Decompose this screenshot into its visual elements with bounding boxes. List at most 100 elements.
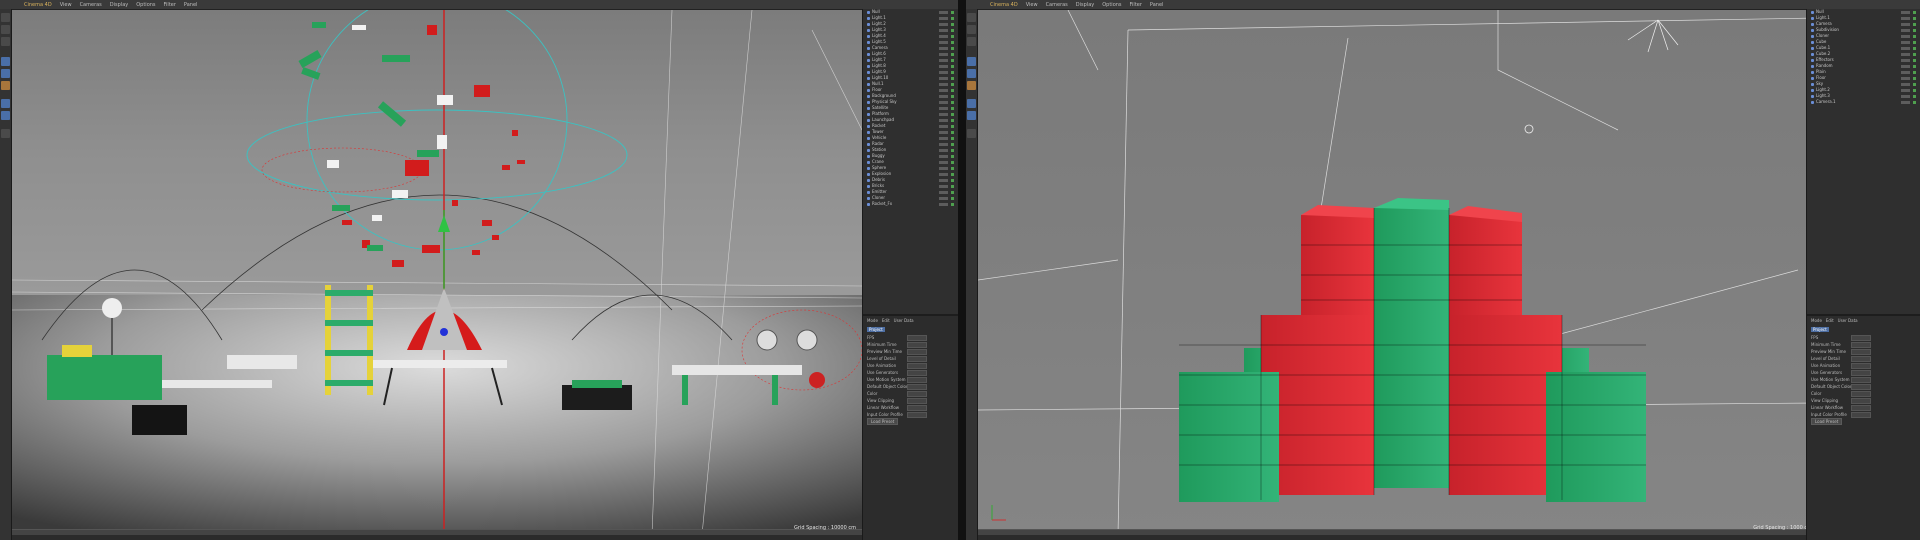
edges-mode-icon[interactable]	[1, 69, 10, 78]
left-menu-item-6[interactable]: Panel	[184, 2, 198, 8]
enable-check-icon[interactable]	[951, 100, 954, 104]
left-menu-item-4[interactable]: Options	[136, 2, 155, 8]
enable-check-icon[interactable]	[951, 88, 954, 92]
visibility-toggle-icon[interactable]	[939, 28, 948, 32]
enable-check-icon[interactable]	[951, 166, 954, 170]
visibility-toggle-icon[interactable]	[939, 136, 948, 140]
visibility-toggle-icon[interactable]	[939, 40, 948, 44]
enable-check-icon[interactable]	[951, 76, 954, 80]
left-menu-item-2[interactable]: Cameras	[80, 2, 102, 8]
enable-check-icon[interactable]	[1913, 100, 1916, 104]
texture-mode-icon[interactable]	[1, 111, 10, 120]
enable-check-icon[interactable]	[951, 160, 954, 164]
enable-check-icon[interactable]	[951, 178, 954, 182]
enable-check-icon[interactable]	[951, 202, 954, 206]
right-menu-item-3[interactable]: Display	[1076, 2, 1094, 8]
right-load-preset-button[interactable]: Load Preset	[1811, 418, 1843, 425]
right-menu-item-4[interactable]: Options	[1102, 2, 1121, 8]
attribute-value-field[interactable]	[1851, 411, 1871, 418]
right-points-mode-icon[interactable]	[967, 57, 976, 66]
move-tool-icon[interactable]	[1, 13, 10, 22]
right-menu-item-0[interactable]: Cinema 4D	[990, 2, 1018, 8]
enable-check-icon[interactable]	[1913, 88, 1916, 92]
visibility-toggle-icon[interactable]	[1901, 64, 1910, 68]
visibility-toggle-icon[interactable]	[1901, 22, 1910, 26]
object-manager-row[interactable]: Rocket_Fx	[863, 201, 958, 207]
visibility-toggle-icon[interactable]	[939, 196, 948, 200]
attribute-value-field[interactable]	[1851, 348, 1871, 355]
enable-check-icon[interactable]	[951, 40, 954, 44]
enable-check-icon[interactable]	[1913, 70, 1916, 74]
left-load-preset-button[interactable]: Load Preset	[867, 418, 899, 425]
visibility-toggle-icon[interactable]	[939, 10, 948, 14]
left-attr-tab-edit[interactable]: Edit	[882, 318, 890, 323]
enable-check-icon[interactable]	[951, 64, 954, 68]
enable-check-icon[interactable]	[951, 34, 954, 38]
attribute-value-field[interactable]	[1851, 404, 1871, 411]
visibility-toggle-icon[interactable]	[1901, 16, 1910, 20]
attribute-value-field[interactable]	[907, 334, 927, 341]
attribute-value-field[interactable]	[1851, 362, 1871, 369]
right-menu-item-6[interactable]: Panel	[1150, 2, 1164, 8]
visibility-toggle-icon[interactable]	[1901, 28, 1910, 32]
enable-check-icon[interactable]	[951, 184, 954, 188]
enable-check-icon[interactable]	[951, 46, 954, 50]
enable-check-icon[interactable]	[951, 172, 954, 176]
visibility-toggle-icon[interactable]	[939, 100, 948, 104]
right-attr-tab-project[interactable]: Project	[1811, 327, 1829, 332]
enable-check-icon[interactable]	[951, 22, 954, 26]
visibility-toggle-icon[interactable]	[939, 178, 948, 182]
rotate-tool-icon[interactable]	[1, 37, 10, 46]
visibility-toggle-icon[interactable]	[939, 64, 948, 68]
visibility-toggle-icon[interactable]	[1901, 88, 1910, 92]
visibility-toggle-icon[interactable]	[939, 172, 948, 176]
enable-check-icon[interactable]	[951, 82, 954, 86]
visibility-toggle-icon[interactable]	[1901, 40, 1910, 44]
attribute-value-field[interactable]	[1851, 390, 1871, 397]
polygons-mode-icon[interactable]	[1, 81, 10, 90]
enable-check-icon[interactable]	[1913, 64, 1916, 68]
enable-check-icon[interactable]	[1913, 76, 1916, 80]
attribute-value-field[interactable]	[1851, 369, 1871, 376]
visibility-toggle-icon[interactable]	[939, 76, 948, 80]
right-scale-tool-icon[interactable]	[967, 25, 976, 34]
model-mode-icon[interactable]	[1, 99, 10, 108]
right-menu-item-5[interactable]: Filter	[1130, 2, 1142, 8]
enable-check-icon[interactable]	[1913, 34, 1916, 38]
snap-icon[interactable]	[1, 129, 10, 138]
visibility-toggle-icon[interactable]	[939, 52, 948, 56]
right-texture-mode-icon[interactable]	[967, 111, 976, 120]
left-timeline-ruler[interactable]	[12, 530, 862, 535]
enable-check-icon[interactable]	[1913, 16, 1916, 20]
visibility-toggle-icon[interactable]	[939, 190, 948, 194]
enable-check-icon[interactable]	[1913, 52, 1916, 56]
attribute-value-field[interactable]	[907, 397, 927, 404]
right-attr-tab-userdata[interactable]: User Data	[1838, 318, 1858, 323]
enable-check-icon[interactable]	[951, 118, 954, 122]
enable-check-icon[interactable]	[1913, 46, 1916, 50]
enable-check-icon[interactable]	[1913, 94, 1916, 98]
enable-check-icon[interactable]	[951, 142, 954, 146]
visibility-toggle-icon[interactable]	[939, 22, 948, 26]
attribute-value-field[interactable]	[1851, 355, 1871, 362]
left-attr-tab-userdata[interactable]: User Data	[894, 318, 914, 323]
right-3d-viewport[interactable]: Grid Spacing : 1000 cm	[978, 10, 1818, 535]
right-attr-tab-edit[interactable]: Edit	[1826, 318, 1834, 323]
enable-check-icon[interactable]	[951, 148, 954, 152]
right-attr-tab-mode[interactable]: Mode	[1811, 318, 1822, 323]
attribute-value-field[interactable]	[1851, 334, 1871, 341]
left-menu-item-0[interactable]: Cinema 4D	[24, 2, 52, 8]
visibility-toggle-icon[interactable]	[939, 166, 948, 170]
visibility-toggle-icon[interactable]	[939, 94, 948, 98]
enable-check-icon[interactable]	[951, 124, 954, 128]
enable-check-icon[interactable]	[1913, 40, 1916, 44]
enable-check-icon[interactable]	[951, 190, 954, 194]
enable-check-icon[interactable]	[951, 112, 954, 116]
enable-check-icon[interactable]	[1913, 28, 1916, 32]
visibility-toggle-icon[interactable]	[1901, 76, 1910, 80]
right-snap-icon[interactable]	[967, 129, 976, 138]
visibility-toggle-icon[interactable]	[939, 58, 948, 62]
visibility-toggle-icon[interactable]	[939, 154, 948, 158]
right-menu-item-1[interactable]: View	[1026, 2, 1038, 8]
object-manager-row[interactable]: Camera.1	[1807, 99, 1920, 105]
